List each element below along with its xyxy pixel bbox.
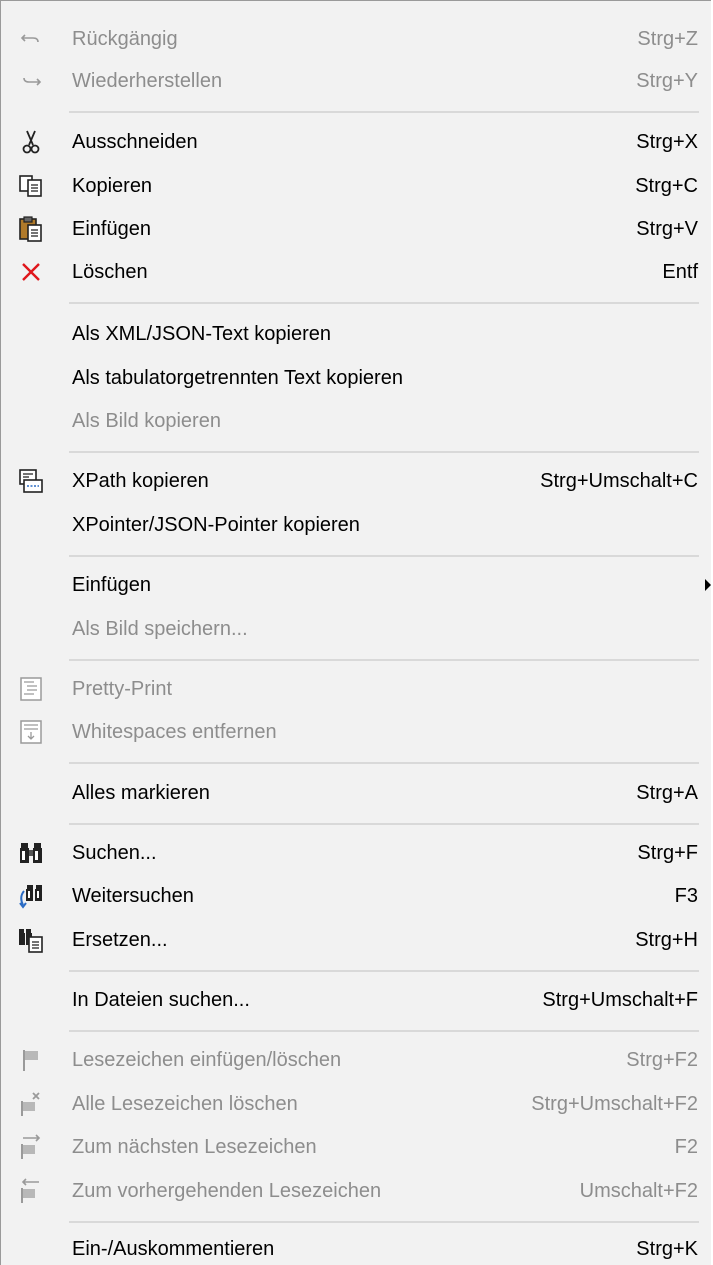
replace-icon xyxy=(17,926,45,954)
next-bookmark-icon xyxy=(17,1133,45,1161)
context-menu: Rückgängig Strg+Z Wiederherstellen Strg+… xyxy=(0,0,711,1265)
remove-whitespace-icon xyxy=(17,718,45,746)
submenu-arrow-icon xyxy=(705,579,711,591)
pretty-print-icon xyxy=(17,675,45,703)
menu-item-label: Löschen xyxy=(72,260,148,283)
menu-item-copy-xpath[interactable]: XPath kopieren Strg+Umschalt+C xyxy=(1,461,711,501)
menu-item-label: XPath kopieren xyxy=(72,469,209,492)
menu-item-label: Ersetzen... xyxy=(72,928,168,951)
menu-item-label: Zum nächsten Lesezeichen xyxy=(72,1135,317,1158)
undo-icon xyxy=(17,25,45,53)
menu-item-shortcut: Strg+H xyxy=(635,928,698,951)
find-next-icon xyxy=(17,882,45,910)
menu-item-label: Als XML/JSON-Text kopieren xyxy=(72,322,331,345)
menu-separator xyxy=(69,1221,699,1223)
menu-separator xyxy=(69,823,699,825)
menu-item-paste[interactable]: Einfügen Strg+V xyxy=(1,209,711,249)
menu-item-shortcut: Strg+V xyxy=(636,217,698,240)
menu-item-label: Als tabulatorgetrennten Text kopieren xyxy=(72,366,403,389)
menu-item-label: Ausschneiden xyxy=(72,130,198,153)
menu-item-redo[interactable]: Wiederherstellen Strg+Y xyxy=(1,61,711,101)
menu-separator xyxy=(69,302,699,304)
menu-item-label: XPointer/JSON-Pointer kopieren xyxy=(72,513,360,536)
menu-item-pretty-print[interactable]: Pretty-Print xyxy=(1,669,711,709)
menu-separator xyxy=(69,555,699,557)
menu-separator xyxy=(69,111,699,113)
menu-item-shortcut: Strg+Y xyxy=(636,69,698,92)
menu-item-cut[interactable]: Ausschneiden Strg+X xyxy=(1,122,711,162)
menu-separator xyxy=(69,1030,699,1032)
menu-item-undo[interactable]: Rückgängig Strg+Z xyxy=(1,19,711,59)
menu-item-label: Einfügen xyxy=(72,573,151,596)
menu-item-shortcut: Strg+Z xyxy=(637,27,698,50)
menu-item-next-bookmark[interactable]: Zum nächsten Lesezeichen F2 xyxy=(1,1127,711,1167)
menu-item-label: In Dateien suchen... xyxy=(72,988,250,1011)
paste-icon xyxy=(17,215,45,243)
menu-item-shortcut: Strg+A xyxy=(636,781,698,804)
menu-item-label: Ein-/Auskommentieren xyxy=(72,1237,275,1260)
menu-item-shortcut: Strg+X xyxy=(636,130,698,153)
delete-x-icon xyxy=(17,258,45,286)
menu-separator xyxy=(69,659,699,661)
menu-item-shortcut: Strg+Umschalt+F xyxy=(542,988,698,1011)
previous-bookmark-icon xyxy=(17,1177,45,1205)
menu-item-label: Weitersuchen xyxy=(72,884,194,907)
menu-item-shortcut: Strg+C xyxy=(635,174,698,197)
menu-item-copy[interactable]: Kopieren Strg+C xyxy=(1,166,711,206)
menu-item-label: Zum vorhergehenden Lesezeichen xyxy=(72,1179,382,1202)
menu-item-insert-submenu[interactable]: Einfügen xyxy=(1,565,711,605)
menu-item-label: Kopieren xyxy=(72,174,153,197)
menu-item-find-in-files[interactable]: In Dateien suchen... Strg+Umschalt+F xyxy=(1,980,711,1020)
menu-item-clear-bookmarks[interactable]: Alle Lesezeichen löschen Strg+Umschalt+F… xyxy=(1,1084,711,1124)
menu-item-label: Als Bild speichern... xyxy=(72,617,248,640)
menu-item-shortcut: Umschalt+F2 xyxy=(579,1179,698,1202)
menu-item-select-all[interactable]: Alles markieren Strg+A xyxy=(1,773,711,813)
binoculars-icon xyxy=(17,839,45,867)
menu-separator xyxy=(69,970,699,972)
menu-item-copy-as-xml-json[interactable]: Als XML/JSON-Text kopieren xyxy=(1,314,711,354)
menu-item-replace[interactable]: Ersetzen... Strg+H xyxy=(1,920,711,960)
menu-item-shortcut: Strg+Umschalt+C xyxy=(540,469,698,492)
menu-item-label: Alles markieren xyxy=(72,781,210,804)
menu-item-shortcut: F3 xyxy=(674,884,698,907)
menu-item-toggle-bookmark[interactable]: Lesezeichen einfügen/löschen Strg+F2 xyxy=(1,1040,711,1080)
menu-item-shortcut: Strg+Umschalt+F2 xyxy=(531,1092,698,1115)
menu-separator xyxy=(69,451,699,453)
copy-icon xyxy=(17,172,45,200)
menu-item-find-next[interactable]: Weitersuchen F3 xyxy=(1,876,711,916)
menu-item-previous-bookmark[interactable]: Zum vorhergehenden Lesezeichen Umschalt+… xyxy=(1,1171,711,1211)
menu-separator xyxy=(69,762,699,764)
menu-item-label: Lesezeichen einfügen/löschen xyxy=(72,1048,342,1071)
menu-item-shortcut: F2 xyxy=(674,1135,698,1158)
menu-item-label: Whitespaces entfernen xyxy=(72,720,277,743)
menu-item-find[interactable]: Suchen... Strg+F xyxy=(1,833,711,873)
xpath-icon xyxy=(17,467,45,495)
menu-item-shortcut: Entf xyxy=(662,260,698,283)
menu-item-label: Pretty-Print xyxy=(72,677,173,700)
menu-item-delete[interactable]: Löschen Entf xyxy=(1,252,711,292)
menu-item-shortcut: Strg+K xyxy=(636,1237,698,1260)
clear-bookmarks-icon xyxy=(17,1090,45,1118)
menu-item-label: Alle Lesezeichen löschen xyxy=(72,1092,298,1115)
menu-item-shortcut: Strg+F xyxy=(637,841,698,864)
menu-item-label: Wiederherstellen xyxy=(72,69,223,92)
bookmark-flag-icon xyxy=(17,1046,45,1074)
menu-item-label: Suchen... xyxy=(72,841,157,864)
redo-icon xyxy=(17,67,45,95)
menu-item-copy-xpointer[interactable]: XPointer/JSON-Pointer kopieren xyxy=(1,505,711,545)
menu-item-save-as-image[interactable]: Als Bild speichern... xyxy=(1,609,711,649)
scissors-icon xyxy=(17,128,45,156)
menu-item-shortcut: Strg+F2 xyxy=(626,1048,698,1071)
menu-item-copy-as-tab-separated[interactable]: Als tabulatorgetrennten Text kopieren xyxy=(1,358,711,398)
menu-item-label: Rückgängig xyxy=(72,27,178,50)
menu-item-toggle-comment[interactable]: Ein-/Auskommentieren Strg+K xyxy=(1,1229,711,1265)
menu-item-remove-whitespace[interactable]: Whitespaces entfernen xyxy=(1,712,711,752)
menu-item-label: Einfügen xyxy=(72,217,151,240)
menu-item-label: Als Bild kopieren xyxy=(72,409,221,432)
menu-item-copy-as-image[interactable]: Als Bild kopieren xyxy=(1,401,711,441)
